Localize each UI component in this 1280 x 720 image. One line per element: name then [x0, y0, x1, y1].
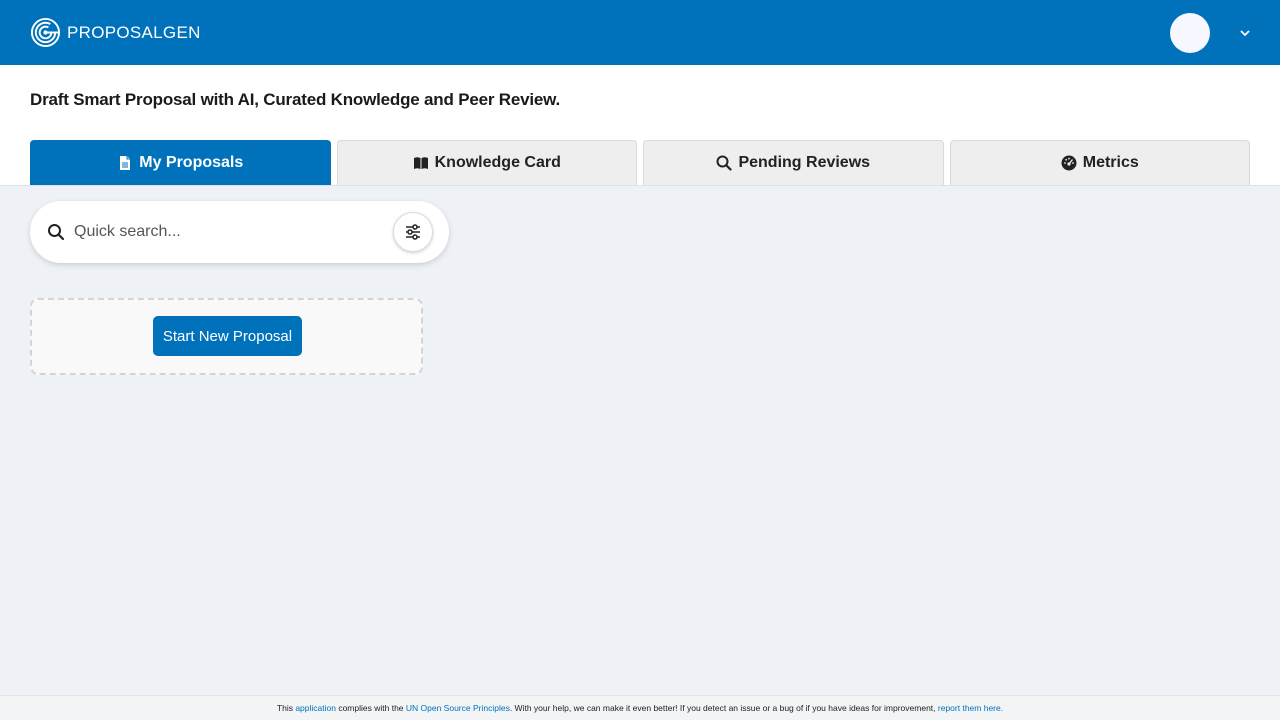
- user-avatar[interactable]: [1170, 13, 1210, 53]
- tab-label: Pending Reviews: [738, 154, 871, 171]
- search-icon: [48, 224, 65, 241]
- top-bar: PROPOSALGEN: [0, 0, 1280, 65]
- tab-my-proposals[interactable]: My Proposals: [30, 140, 331, 185]
- app-logo[interactable]: PROPOSALGEN: [30, 17, 201, 48]
- file-icon: [120, 156, 131, 170]
- tab-label: My Proposals: [139, 154, 244, 171]
- page-title: Draft Smart Proposal with AI, Curated Kn…: [30, 90, 561, 109]
- footer-text: . With your help, we can make it even be…: [509, 703, 938, 713]
- search-bar: [30, 201, 449, 263]
- tab-label: Knowledge Card: [434, 154, 561, 171]
- new-proposal-card: Start New Proposal: [30, 298, 423, 375]
- application-link[interactable]: application: [295, 703, 336, 713]
- tab-knowledge-card[interactable]: Knowledge Card: [336, 140, 637, 185]
- sliders-icon: [406, 224, 420, 240]
- start-new-proposal-button[interactable]: Start New Proposal: [153, 316, 302, 356]
- report-link[interactable]: report them here.: [938, 703, 1003, 713]
- footer: This application complies with the UN Op…: [0, 695, 1280, 720]
- footer-text: complies with the: [335, 703, 406, 713]
- search-icon: [716, 155, 733, 171]
- tab-metrics[interactable]: Metrics: [949, 140, 1250, 185]
- filter-button[interactable]: [393, 212, 433, 252]
- chevron-down-icon: [1240, 30, 1250, 37]
- dashboard-icon: [1061, 155, 1077, 171]
- app-name: PROPOSALGEN: [67, 22, 201, 42]
- book-icon: [413, 157, 428, 169]
- user-menu-button[interactable]: [1236, 24, 1254, 42]
- tab-pending-reviews[interactable]: Pending Reviews: [643, 140, 944, 185]
- footer-text: This: [276, 703, 296, 713]
- search-input[interactable]: [74, 217, 374, 247]
- principles-link[interactable]: UN Open Source Principles: [406, 703, 510, 713]
- tab-label: Metrics: [1082, 154, 1139, 171]
- main-tabs: My Proposals Knowledge Card Pending Revi…: [30, 140, 1250, 185]
- logo-icon: [30, 17, 61, 48]
